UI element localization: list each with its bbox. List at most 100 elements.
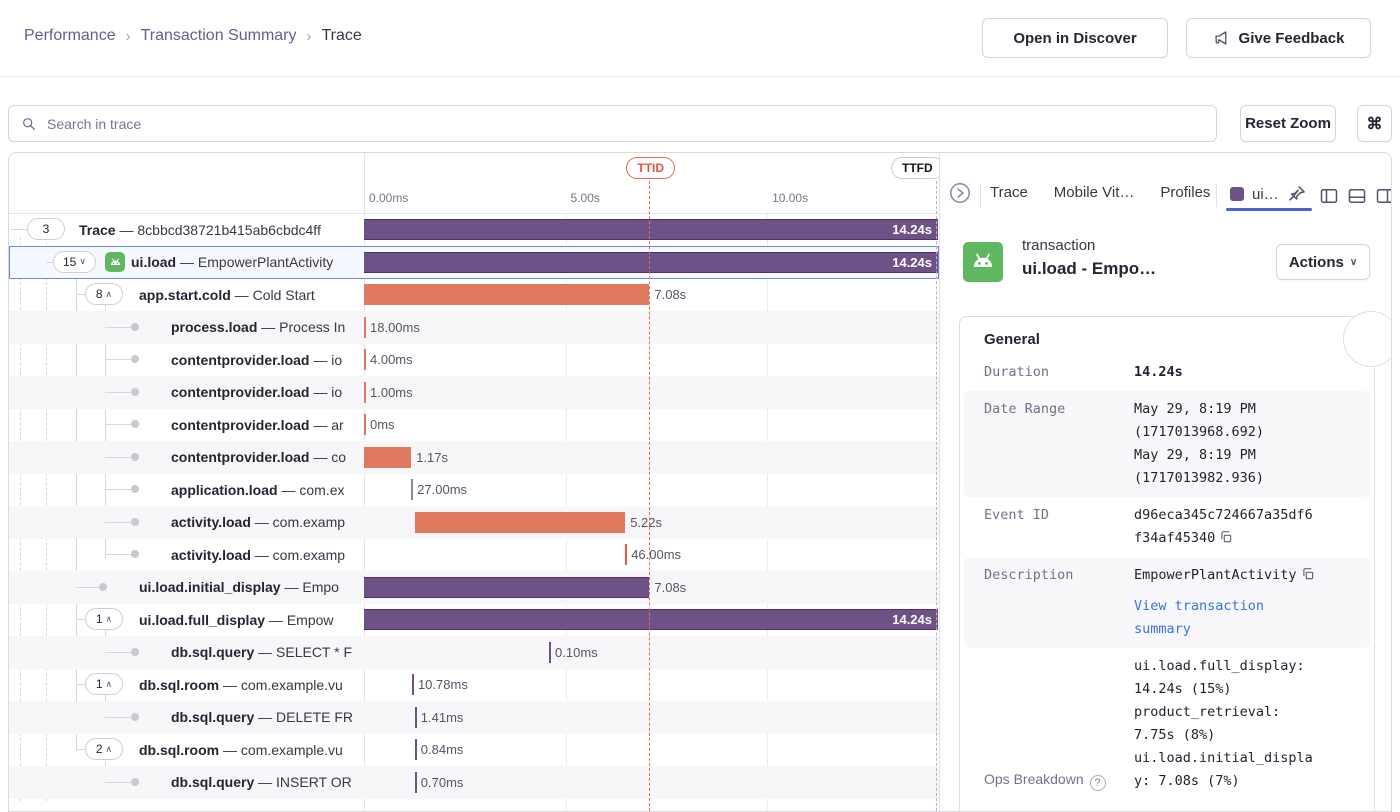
general-row-duration: Duration14.24s [960,354,1374,391]
span-bar[interactable]: 14.24s [364,219,938,240]
event-kind-label: transaction [1022,237,1095,254]
reset-zoom-button[interactable]: Reset Zoom [1240,105,1336,142]
help-icon[interactable]: ? [1090,775,1106,791]
span-duration: 4.00ms [370,343,413,376]
android-platform-icon [105,252,125,272]
span-tick[interactable] [412,674,414,695]
general-card: General Duration14.24sDate RangeMay 29, … [959,316,1375,811]
span-label: activity.load — com.examp [171,538,364,571]
span-tick[interactable] [415,739,417,760]
trace-row-activity-load[interactable]: activity.load — com.examp46.00ms [9,538,939,571]
span-tick[interactable] [411,479,413,500]
layout-split-bottom-icon[interactable] [1347,186,1367,206]
general-value: d96eca345c724667a35df6f34af45340 [1134,504,1349,550]
collapse-panel-icon[interactable] [948,181,972,205]
transaction-title: ui.load - Empo… [1022,259,1156,279]
shortcut-key-button[interactable]: ⌘ [1357,105,1392,142]
app-header: Performance›Transaction Summary›Trace Op… [0,0,1400,77]
span-count-badge[interactable]: 8∧ [85,283,123,305]
span-bar[interactable]: 14.24s [364,609,938,630]
span-dot [131,713,139,721]
general-rows: Duration14.24sDate RangeMay 29, 8:19 PM(… [960,354,1374,800]
general-key: Event ID [984,504,1134,550]
trace-row-app-start-cold[interactable]: 8∧app.start.cold — Cold Start7.08s [9,278,939,311]
active-tab[interactable]: ui… [1230,184,1307,204]
search-bar[interactable] [8,105,1217,142]
trace-row-db-sql-query[interactable]: db.sql.query — SELECT * F0.10ms [9,636,939,669]
span-tick[interactable] [364,317,366,338]
span-dot [131,518,139,526]
span-count-badge[interactable]: 15∨ [53,251,96,273]
span-duration: 7.08s [654,571,686,604]
give-feedback-button[interactable]: Give Feedback [1186,18,1371,58]
span-duration: 5.22s [630,506,662,539]
trace-row-contentprovider-load[interactable]: contentprovider.load — ar0ms [9,408,939,441]
general-row-ops-breakdown: Ops Breakdown ?ui.load.full_display:14.2… [960,648,1374,800]
span-bar[interactable] [364,447,411,468]
general-key: Ops Breakdown ? [984,655,1134,793]
tab-mobile-vit-[interactable]: Mobile Vit… [1054,184,1135,201]
span-count-badge[interactable]: 3 [27,218,65,240]
trace-row-db-sql-query[interactable]: db.sql.query — DELETE FR1.41ms [9,701,939,734]
trace-row-db-sql-room[interactable]: 1∧db.sql.room — com.example.vu10.78ms [9,668,939,701]
breadcrumb-item-performance[interactable]: Performance [24,27,116,45]
trace-row-db-sql-room[interactable]: 2∧db.sql.room — com.example.vu0.84ms [9,733,939,766]
tab-profiles[interactable]: Profiles [1160,184,1210,201]
span-label: contentprovider.load — co [171,441,364,474]
give-feedback-label: Give Feedback [1239,30,1345,47]
span-label: application.load — com.ex [171,473,364,506]
span-dot [131,388,139,396]
trace-row-process-load[interactable]: process.load — Process In18.00ms [9,311,939,344]
view-transaction-summary-link[interactable]: View transactionsummary [1134,595,1349,641]
span-label: ui.load — EmpowerPlantActivity [105,246,364,279]
trace-row-ui-load-full-display[interactable]: 1∧ ui.load.full_display — Empow14.24s [9,603,939,636]
copy-icon[interactable] [1219,530,1233,544]
breadcrumb-item-transaction-summary[interactable]: Transaction Summary [141,27,297,45]
trace-row-ui-load[interactable]: 15∨ ui.load — EmpowerPlantActivity14.24s [9,246,939,279]
trace-row-contentprovider-load[interactable]: contentprovider.load — io4.00ms [9,343,939,376]
trace-row-contentprovider-load[interactable]: contentprovider.load — io1.00ms [9,376,939,409]
trace-row-Trace[interactable]: 3Trace — 8cbbcd38721b415ab6cbdc4ff14.24s [9,213,939,246]
layout-split-right-icon[interactable] [1375,186,1392,206]
active-tab-underline [1226,208,1312,211]
tab-trace[interactable]: Trace [990,184,1028,201]
panel-tabs: Trace Mobile Vit… Profiles [990,184,1210,201]
actions-button[interactable]: Actions ∨ [1276,244,1370,280]
ttfd-marker-badge[interactable]: TTFD [891,157,944,179]
trace-row-contentprovider-load[interactable]: contentprovider.load — co1.17s [9,441,939,474]
layout-split-left-icon[interactable] [1319,186,1339,206]
span-label: ui.load.initial_display — Empo [139,571,364,604]
span-label: db.sql.query — SELECT * F [171,636,364,669]
span-duration: 1.41ms [421,701,464,734]
chevron-down-icon: ∨ [1350,257,1357,268]
breadcrumb-item-trace: Trace [322,27,362,45]
span-bar[interactable]: 14.24s [364,252,938,273]
span-tick[interactable] [415,772,417,793]
trace-row-ui-load-initial-display[interactable]: ui.load.initial_display — Empo 7.08s [9,571,939,604]
span-bar[interactable] [415,512,625,533]
span-count-badge[interactable]: 1∧ [85,673,123,695]
open-in-discover-button[interactable]: Open in Discover [982,18,1168,58]
trace-row-application-load[interactable]: application.load — com.ex27.00ms [9,473,939,506]
span-tick[interactable] [625,544,627,565]
span-count-badge[interactable]: 1∧ [85,608,123,630]
actions-label: Actions [1289,254,1344,271]
span-bar[interactable] [364,577,649,598]
feedback-fab-button[interactable] [1343,311,1392,367]
copy-icon[interactable] [1301,567,1315,581]
general-key: Date Range [984,398,1134,490]
span-tick[interactable] [364,349,366,370]
span-tick[interactable] [364,414,366,435]
ttid-marker-badge[interactable]: TTID [626,157,675,179]
trace-row-activity-load[interactable]: activity.load — com.examp5.22s [9,506,939,539]
search-input[interactable] [45,115,1204,133]
span-tick[interactable] [415,707,417,728]
span-count-badge[interactable]: 2∧ [85,738,123,760]
pin-icon[interactable] [1287,184,1307,204]
trace-row-db-sql-query[interactable]: db.sql.query — INSERT OR0.70ms [9,766,939,799]
span-tick[interactable] [549,642,551,663]
span-label: ui.load.full_display — Empow [139,603,364,636]
span-bar[interactable] [364,284,649,305]
general-section-title: General [960,317,1374,354]
span-tick[interactable] [364,382,366,403]
